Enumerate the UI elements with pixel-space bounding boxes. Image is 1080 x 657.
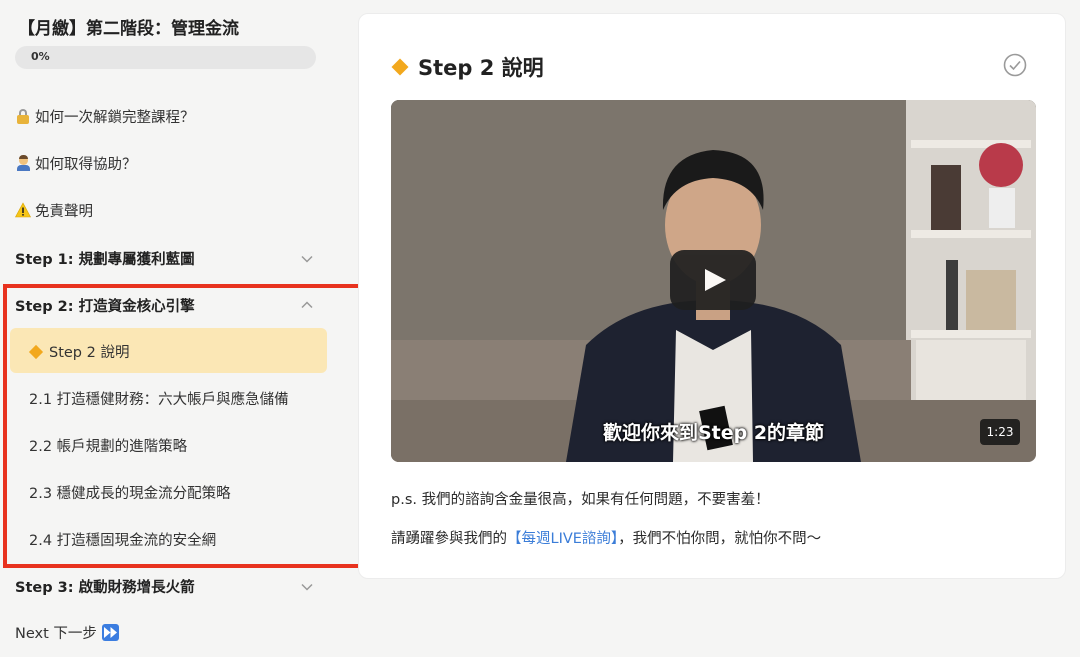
next-step-link[interactable]: Next 下一步 bbox=[15, 622, 119, 643]
progress-text: 0% bbox=[31, 50, 50, 63]
play-icon bbox=[705, 269, 726, 291]
warning-icon bbox=[14, 202, 32, 218]
person-raising-hand-icon bbox=[15, 155, 31, 171]
chevron-down-icon[interactable] bbox=[300, 579, 314, 593]
fast-forward-icon bbox=[101, 624, 119, 641]
next-step-label: Next 下一步 bbox=[15, 626, 97, 642]
chevron-down-icon[interactable] bbox=[300, 251, 314, 265]
lesson-title: Step 2 說明 bbox=[391, 52, 544, 82]
weekly-live-consultation-link[interactable]: 【每週LIVE諮詢】 bbox=[507, 531, 618, 547]
diamond-icon bbox=[391, 58, 409, 76]
course-title: 【月繳】第二階段：管理金流 bbox=[18, 19, 239, 39]
sidebar-item-unlock-course[interactable]: 如何一次解鎖完整課程？ bbox=[15, 105, 195, 127]
section-step-1[interactable]: Step 1: 規劃專屬獲利藍圖 bbox=[15, 248, 195, 269]
sidebar-item-label: 免責聲明 bbox=[35, 203, 93, 220]
description-line-2: 請踴躍參與我們的【每週LIVE諮詢】，我們不怕你問，就怕你不問～ bbox=[391, 527, 821, 548]
sidebar-item-label: 如何取得協助？ bbox=[35, 156, 137, 173]
description-text: 請踴躍參與我們的 bbox=[391, 531, 507, 547]
description-line-1: p.s. 我們的諮詢含金量很高，如果有任何問題，不要害羞！ bbox=[391, 492, 770, 508]
section-step-3[interactable]: Step 3: 啟動財務增長火箭 bbox=[15, 576, 195, 597]
complete-check-icon[interactable] bbox=[1003, 53, 1027, 77]
lock-icon bbox=[15, 108, 31, 124]
video-subtitle: 歡迎你來到Step 2的章節 bbox=[602, 422, 825, 444]
description-text: ，我們不怕你問，就怕你不問～ bbox=[618, 531, 822, 547]
lesson-content-card: Step 2 說明 歡迎你來到Step 2的章節 1:23 p.s. 我們的諮詢… bbox=[358, 13, 1066, 579]
sidebar-item-get-help[interactable]: 如何取得協助？ bbox=[15, 152, 137, 174]
lesson-title-text: Step 2 說明 bbox=[418, 56, 544, 80]
video-duration: 1:23 bbox=[980, 419, 1020, 445]
play-button[interactable] bbox=[670, 250, 756, 310]
video-player[interactable]: 歡迎你來到Step 2的章節 1:23 bbox=[391, 100, 1036, 462]
sidebar-item-disclaimer[interactable]: 免責聲明 bbox=[14, 199, 93, 221]
annotation-highlight-box bbox=[3, 284, 366, 568]
course-sidebar: 【月繳】第二階段：管理金流 0% 如何一次解鎖完整課程？ 如何取得協助？ 免責聲… bbox=[0, 0, 366, 657]
progress-bar: 0% bbox=[15, 46, 316, 69]
sidebar-item-label: 如何一次解鎖完整課程？ bbox=[35, 109, 195, 126]
